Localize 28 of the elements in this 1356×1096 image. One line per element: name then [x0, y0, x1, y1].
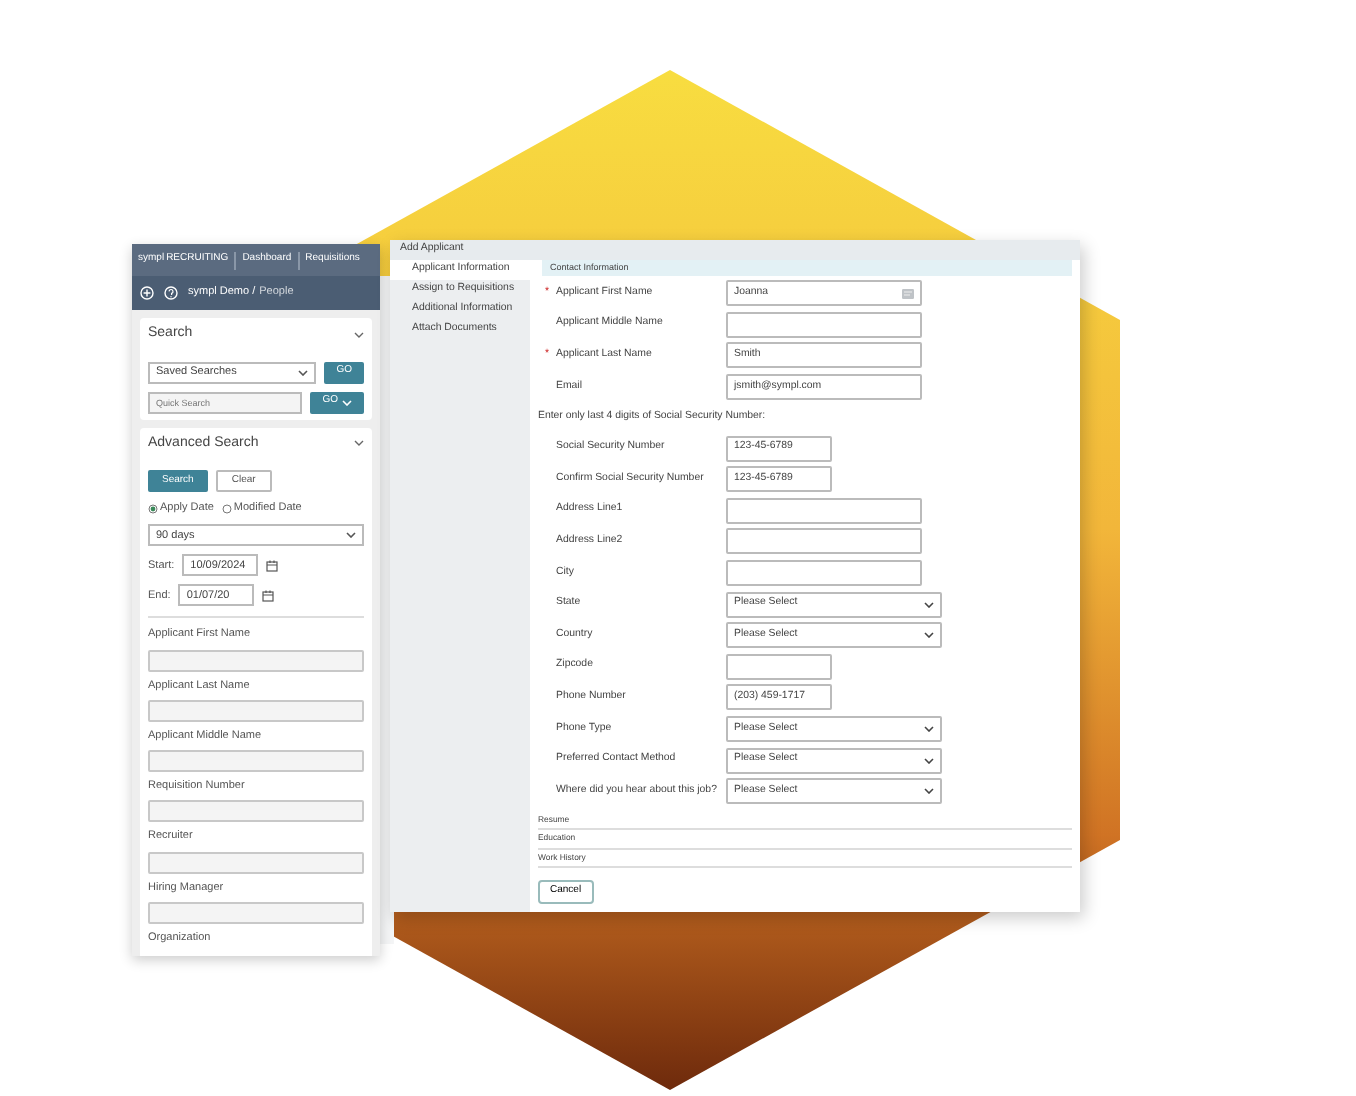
chevron-down-icon	[924, 726, 934, 733]
plus-circle-icon	[140, 286, 154, 300]
text-field[interactable]	[148, 699, 364, 722]
chevron-down-icon[interactable]	[354, 438, 364, 449]
text-field[interactable]	[148, 750, 364, 772]
input-field[interactable]	[726, 653, 832, 680]
input-field[interactable]	[726, 311, 922, 338]
contact-card-icon[interactable]	[902, 287, 914, 300]
radio-button[interactable]	[221, 503, 232, 514]
input-field[interactable]	[726, 528, 922, 555]
chevron-down-icon	[346, 532, 356, 539]
chevron-down-icon	[924, 632, 934, 639]
input-field[interactable]	[726, 497, 922, 524]
chevron-down-icon	[924, 788, 934, 795]
text-field[interactable]	[148, 649, 364, 671]
input-field[interactable]	[726, 560, 922, 587]
text-field[interactable]	[148, 901, 364, 924]
help-icon	[164, 286, 178, 300]
text-field[interactable]	[148, 800, 364, 823]
calendar-icon	[266, 559, 279, 572]
chevron-down-icon[interactable]	[354, 329, 364, 340]
chevron-down-icon	[924, 601, 934, 608]
chevron-down-icon	[924, 757, 934, 764]
radio-button[interactable]	[148, 503, 158, 514]
calendar-icon	[262, 589, 275, 602]
text-field[interactable]	[148, 851, 364, 873]
chevron-down-icon	[342, 399, 352, 405]
chevron-down-icon	[298, 369, 309, 375]
